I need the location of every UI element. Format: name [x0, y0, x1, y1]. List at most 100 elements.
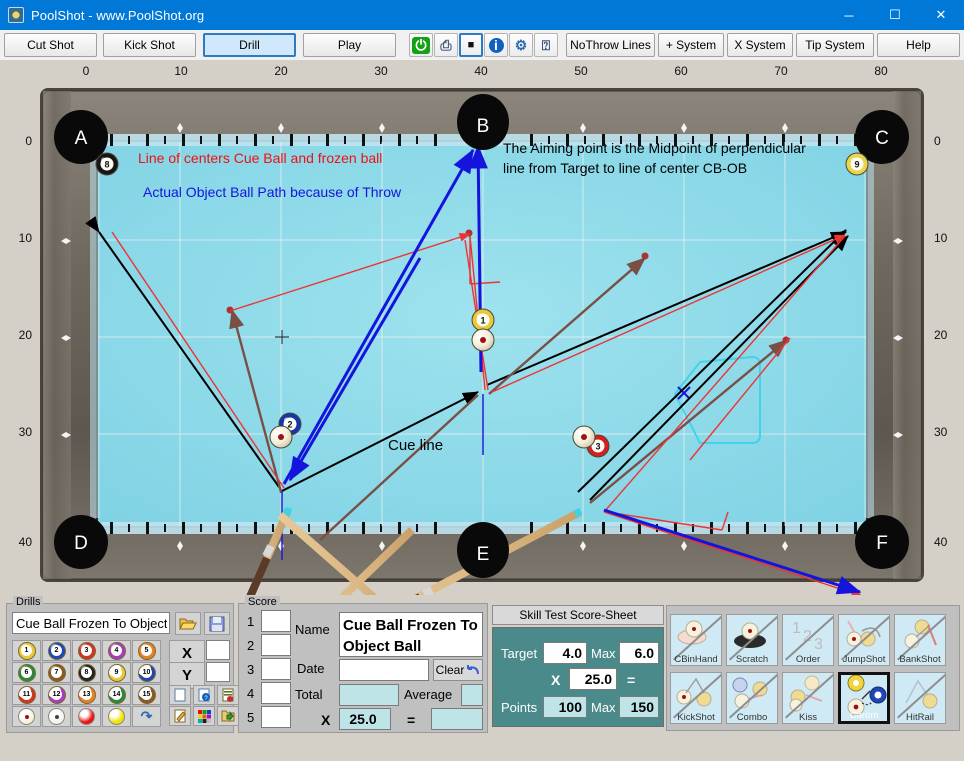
drill-ball-5[interactable]: 5 — [132, 640, 161, 661]
drill-ball-2[interactable]: 2 — [42, 640, 71, 661]
shot-type-hitrail[interactable]: HitRail — [894, 672, 946, 724]
pool-table-stage[interactable]: A B C D E F 89123 Line of centers Cue Ba… — [0, 60, 964, 595]
shot-type-bankshot[interactable]: BankShot — [894, 614, 946, 666]
save-disk-icon — [209, 616, 225, 631]
export-folder-button[interactable] — [217, 706, 239, 726]
skill-points-max-label: Max — [591, 700, 616, 715]
title-bar: PoolShot - www.PoolShot.org ─ ☐ ✕ — [0, 0, 964, 30]
shot-type-scratch[interactable]: Scratch — [726, 614, 778, 666]
shot-type-kickshot[interactable]: KickShot — [670, 672, 722, 724]
printer-icon[interactable]: ⎙ — [434, 33, 458, 57]
tab-play[interactable]: Play — [303, 33, 396, 57]
y-input[interactable] — [206, 662, 230, 682]
drill-ball-7-graphic: 7 — [47, 663, 66, 682]
minimize-button[interactable]: ─ — [826, 0, 872, 30]
shot-type-carom-icon — [842, 675, 887, 716]
cue-ball-3[interactable] — [572, 425, 596, 449]
drill-ball-4[interactable]: 4 — [102, 640, 131, 661]
cue-ball-1[interactable] — [471, 328, 495, 352]
score-row-input-1[interactable] — [261, 610, 291, 632]
close-button[interactable]: ✕ — [918, 0, 964, 30]
drill-ball-7[interactable]: 7 — [42, 662, 71, 683]
skill-target-value[interactable]: 4.0 — [543, 642, 587, 664]
table-report-button[interactable] — [217, 685, 239, 705]
drill-ball-6[interactable]: 6 — [12, 662, 41, 683]
ruler-left-tick-20: 20 — [18, 328, 32, 342]
score-row-label-1: 1 — [247, 614, 255, 629]
drill-ball-15[interactable]: 15 — [132, 684, 161, 705]
score-row-input-4[interactable] — [261, 682, 291, 704]
cue-ball-2[interactable] — [269, 425, 293, 449]
ball-8[interactable]: 8 — [95, 152, 119, 176]
pool-table-graphic[interactable]: A B C D E F 8 9123 Line of centers Cue Ba… — [0, 60, 964, 595]
shot-type-jumpshot[interactable]: JumpShot — [838, 614, 890, 666]
drill-ball-grid[interactable]: 1 2 3 4 5 6 7 8 9 10 11 12 13 14 15 ↷ — [12, 640, 164, 727]
score-rows[interactable]: 1 2 3 4 5 — [239, 604, 295, 732]
new-document-button[interactable] — [169, 685, 191, 705]
settings-gear-icon[interactable]: ⚙ — [509, 33, 533, 57]
score-x-value[interactable]: 25.0 — [339, 708, 391, 730]
score-row-input-2[interactable] — [261, 634, 291, 656]
edit-notes-button[interactable] — [169, 706, 191, 726]
drill-ball-8[interactable]: 8 — [72, 662, 101, 683]
reset-arrow-icon[interactable]: ↷ — [132, 706, 161, 727]
tab-drill[interactable]: Drill — [203, 33, 296, 57]
ruler-top-tick-80: 80 — [874, 64, 888, 78]
drill-ball-12[interactable]: 12 — [42, 684, 71, 705]
save-drill-button[interactable] — [204, 612, 230, 635]
tab-help[interactable]: Help — [877, 33, 960, 57]
tab-tip-system[interactable]: Tip System — [796, 33, 874, 57]
drill-ball-11-number: 11 — [21, 689, 32, 700]
ball-1[interactable]: 1 — [471, 308, 495, 332]
score-name-value[interactable]: Cue Ball Frozen To Object Ball — [339, 612, 483, 657]
help-document-icon[interactable]: ⍰ — [534, 33, 558, 57]
tab-plus-system[interactable]: + System — [658, 33, 724, 57]
svg-text:E: E — [477, 544, 490, 565]
white-ball-swatch[interactable] — [42, 706, 71, 727]
pocket-B: B — [457, 94, 509, 150]
info-icon[interactable]: i — [484, 33, 508, 57]
ball-9[interactable]: 9 — [845, 152, 869, 176]
camera-icon[interactable]: ■ — [459, 33, 483, 57]
shot-type-order-label: Order — [795, 654, 821, 665]
score-row-input-5[interactable] — [261, 706, 291, 728]
tab-kick-shot[interactable]: Kick Shot — [103, 33, 196, 57]
score-group: Score 12345 Name Cue Ball Frozen To Obje… — [238, 596, 488, 733]
skill-test-header[interactable]: Skill Test Score-Sheet — [492, 605, 664, 625]
drill-ball-13[interactable]: 13 — [72, 684, 101, 705]
svg-text:D: D — [74, 533, 88, 554]
score-clear-button[interactable]: Clear — [433, 659, 483, 681]
color-palette-button[interactable] — [193, 706, 215, 726]
drill-ball-3[interactable]: 3 — [72, 640, 101, 661]
drill-ball-1[interactable]: 1 — [12, 640, 41, 661]
svg-text:B: B — [477, 116, 490, 137]
x-input[interactable] — [206, 640, 230, 660]
tab-x-system[interactable]: X System — [727, 33, 793, 57]
document-help-button[interactable]: ? — [193, 685, 215, 705]
drill-ball-11[interactable]: 11 — [12, 684, 41, 705]
drill-name-input[interactable] — [12, 612, 170, 634]
shot-type-cbinhand[interactable]: CBinHand — [670, 614, 722, 666]
score-date-value[interactable] — [339, 659, 429, 681]
shot-type-combo[interactable]: Combo — [726, 672, 778, 724]
tab-cut-shot[interactable]: Cut Shot — [4, 33, 97, 57]
maximize-button[interactable]: ☐ — [872, 0, 918, 30]
cue-ball-swatch[interactable] — [12, 706, 41, 727]
yellow-ball-swatch[interactable] — [102, 706, 131, 727]
drill-ball-10[interactable]: 10 — [132, 662, 161, 683]
drill-ball-14[interactable]: 14 — [102, 684, 131, 705]
shot-type-kiss[interactable]: Kiss — [782, 672, 834, 724]
red-ball-swatch[interactable] — [72, 706, 101, 727]
power-icon[interactable]: ⏻ — [409, 33, 433, 57]
skill-target-max-value[interactable]: 6.0 — [619, 642, 659, 664]
drill-ball-9[interactable]: 9 — [102, 662, 131, 683]
open-drill-button[interactable] — [175, 612, 201, 635]
score-row-label-4: 4 — [247, 686, 255, 701]
help-document-icon-glyph: ⍰ — [541, 36, 551, 53]
score-row-label-3: 3 — [247, 662, 255, 677]
tab-nothrow-lines[interactable]: NoThrow Lines — [566, 33, 655, 57]
skill-mult-value[interactable]: 25.0 — [569, 668, 617, 690]
score-row-input-3[interactable] — [261, 658, 291, 680]
shot-type-order[interactable]: 1 2 3 Order — [782, 614, 834, 666]
shot-type-carom[interactable]: Carom — [838, 672, 890, 724]
